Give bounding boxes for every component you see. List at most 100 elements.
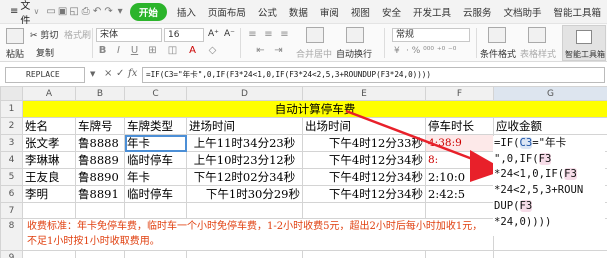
column-header-d[interactable]: D <box>186 86 303 101</box>
name-box[interactable]: REPLACE <box>5 67 85 83</box>
cell[interactable] <box>75 202 125 219</box>
column-header-a[interactable]: A <box>22 86 76 101</box>
cell[interactable] <box>22 250 76 258</box>
number-format-buttons[interactable]: · % ⁰⁰⁰ ⁺⁰ ⁻⁰ <box>406 46 456 56</box>
cell-in-time[interactable]: 下午1时30分29秒 <box>186 185 303 203</box>
more-icon[interactable]: ▾ <box>114 5 126 19</box>
shrink-font-button[interactable]: A⁻ <box>224 29 235 39</box>
cell-type[interactable]: 临时停车 <box>124 185 187 203</box>
cell[interactable] <box>302 202 426 219</box>
cell-name[interactable]: 张文孝 <box>22 134 76 152</box>
tab-doc-assistant[interactable]: 文档助手 <box>497 5 547 19</box>
copy-button[interactable]: 复制 <box>36 46 54 59</box>
print-preview-icon[interactable]: ◱ <box>68 5 80 19</box>
font-color-button[interactable]: A <box>186 45 199 56</box>
tab-smart-toolbox[interactable]: 智能工具箱 <box>548 5 607 19</box>
font-size-select[interactable]: 16 <box>164 28 204 42</box>
align-middle-button[interactable]: ≡ <box>262 29 275 40</box>
cell-plate[interactable]: 鲁8890 <box>75 168 125 186</box>
cell-out-time[interactable]: 下午4时12分34秒 <box>302 185 426 203</box>
row-header-8[interactable]: 8 <box>0 218 23 251</box>
row-header-1[interactable]: 1 <box>0 100 23 118</box>
tab-review[interactable]: 审阅 <box>314 5 345 19</box>
cell-type[interactable]: 临时停车 <box>124 151 187 169</box>
merge-center-button[interactable]: 合并居中 <box>296 47 332 60</box>
cell[interactable] <box>22 202 76 219</box>
select-all-corner[interactable] <box>0 86 23 101</box>
header-out-time[interactable]: 出场时间 <box>302 117 426 135</box>
redo-icon[interactable]: ↷ <box>103 5 115 19</box>
indent-decrease-button[interactable]: ⇤ <box>254 45 267 56</box>
cell-plate[interactable]: 鲁8891 <box>75 185 125 203</box>
column-header-g[interactable]: G <box>493 86 607 101</box>
merge-center-icon[interactable] <box>306 27 324 43</box>
row-header-3[interactable]: 3 <box>0 134 23 152</box>
clear-format-button[interactable]: ◇ <box>206 45 219 56</box>
cell-name[interactable]: 李明 <box>22 185 76 203</box>
italic-button[interactable]: I <box>112 45 125 56</box>
cell-in-time[interactable]: 上午11时34分23秒 <box>186 134 303 152</box>
confirm-icon[interactable]: ✓ <box>116 68 124 79</box>
cell-duration[interactable]: 2:42:5 <box>425 185 494 203</box>
formula-input[interactable]: =IF(C3="年卡",0,IF(F3*24<1,0,IF(F3*24<2,5,… <box>142 67 605 83</box>
cell[interactable] <box>425 250 494 258</box>
border-button[interactable]: ⊞ <box>146 45 159 56</box>
tab-data[interactable]: 数据 <box>283 5 314 19</box>
cell-duration[interactable]: 2:10:0 <box>425 168 494 186</box>
conditional-format-button[interactable]: 条件格式 <box>480 47 516 60</box>
smart-toolbox-button[interactable]: 智能工具箱 <box>562 25 606 61</box>
indent-increase-button[interactable]: ⇥ <box>272 45 285 56</box>
row-header-7[interactable]: 7 <box>0 202 23 219</box>
row-header-2[interactable]: 2 <box>0 117 23 135</box>
cell[interactable] <box>425 202 494 219</box>
cell[interactable] <box>493 250 607 258</box>
bold-button[interactable]: B <box>96 45 109 56</box>
cell-out-time[interactable]: 下午4时12分34秒 <box>302 168 426 186</box>
paste-icon[interactable] <box>6 28 24 44</box>
cell-name[interactable]: 王友良 <box>22 168 76 186</box>
row-header-9[interactable]: 9 <box>0 250 23 258</box>
namebox-dropdown-icon[interactable]: ▼ <box>90 70 95 78</box>
tab-cloud[interactable]: 云服务 <box>457 5 498 19</box>
paste-button[interactable]: 粘贴 <box>6 47 24 60</box>
row-header-6[interactable]: 6 <box>0 185 23 203</box>
header-in-time[interactable]: 进场时间 <box>186 117 303 135</box>
cell-type[interactable]: 年卡 <box>124 168 187 186</box>
table-style-button[interactable]: 表格样式 <box>520 47 556 60</box>
align-top-button[interactable]: ≡ <box>246 29 259 40</box>
header-type[interactable]: 车牌类型 <box>124 117 187 135</box>
cell[interactable] <box>75 250 125 258</box>
row-header-5[interactable]: 5 <box>0 168 23 186</box>
column-header-f[interactable]: F <box>425 86 494 101</box>
cell[interactable] <box>302 250 426 258</box>
row-header-4[interactable]: 4 <box>0 151 23 169</box>
underline-button[interactable]: U <box>128 45 141 56</box>
auto-wrap-button[interactable]: 自动换行 <box>336 47 372 60</box>
undo-icon[interactable]: ↶ <box>91 5 103 19</box>
cell-in-time[interactable]: 下午12时02分34秒 <box>186 168 303 186</box>
tab-security[interactable]: 安全 <box>376 5 407 19</box>
cell-duration[interactable]: 8: <box>425 151 494 169</box>
file-menu[interactable]: ≡ 文件 ∨ <box>4 0 45 27</box>
cell-type[interactable]: 年卡 <box>124 134 187 152</box>
table-style-icon[interactable] <box>528 27 546 43</box>
header-name[interactable]: 姓名 <box>22 117 76 135</box>
align-bottom-button[interactable]: ≡ <box>278 29 291 40</box>
cell[interactable] <box>124 202 187 219</box>
cut-button[interactable]: ✂ 剪切 <box>30 28 58 41</box>
cell-plate[interactable]: 鲁8889 <box>75 151 125 169</box>
conditional-format-icon[interactable] <box>488 27 506 43</box>
cell[interactable] <box>124 250 187 258</box>
tab-formulas[interactable]: 公式 <box>252 5 283 19</box>
tab-home[interactable]: 开始 <box>129 2 167 21</box>
currency-button[interactable]: ¥ <box>394 46 400 56</box>
cell[interactable] <box>186 250 303 258</box>
tab-page-layout[interactable]: 页面布局 <box>202 5 252 19</box>
cell-name[interactable]: 李琳琳 <box>22 151 76 169</box>
format-painter-button[interactable]: 格式刷 <box>64 28 91 41</box>
tab-view[interactable]: 视图 <box>345 5 376 19</box>
cell-duration[interactable]: 4:38:9 <box>425 134 494 152</box>
font-name-select[interactable]: 宋体 <box>96 28 162 42</box>
export-icon[interactable]: ⎙ <box>80 5 92 19</box>
fill-color-button[interactable]: ◫ <box>166 45 179 56</box>
